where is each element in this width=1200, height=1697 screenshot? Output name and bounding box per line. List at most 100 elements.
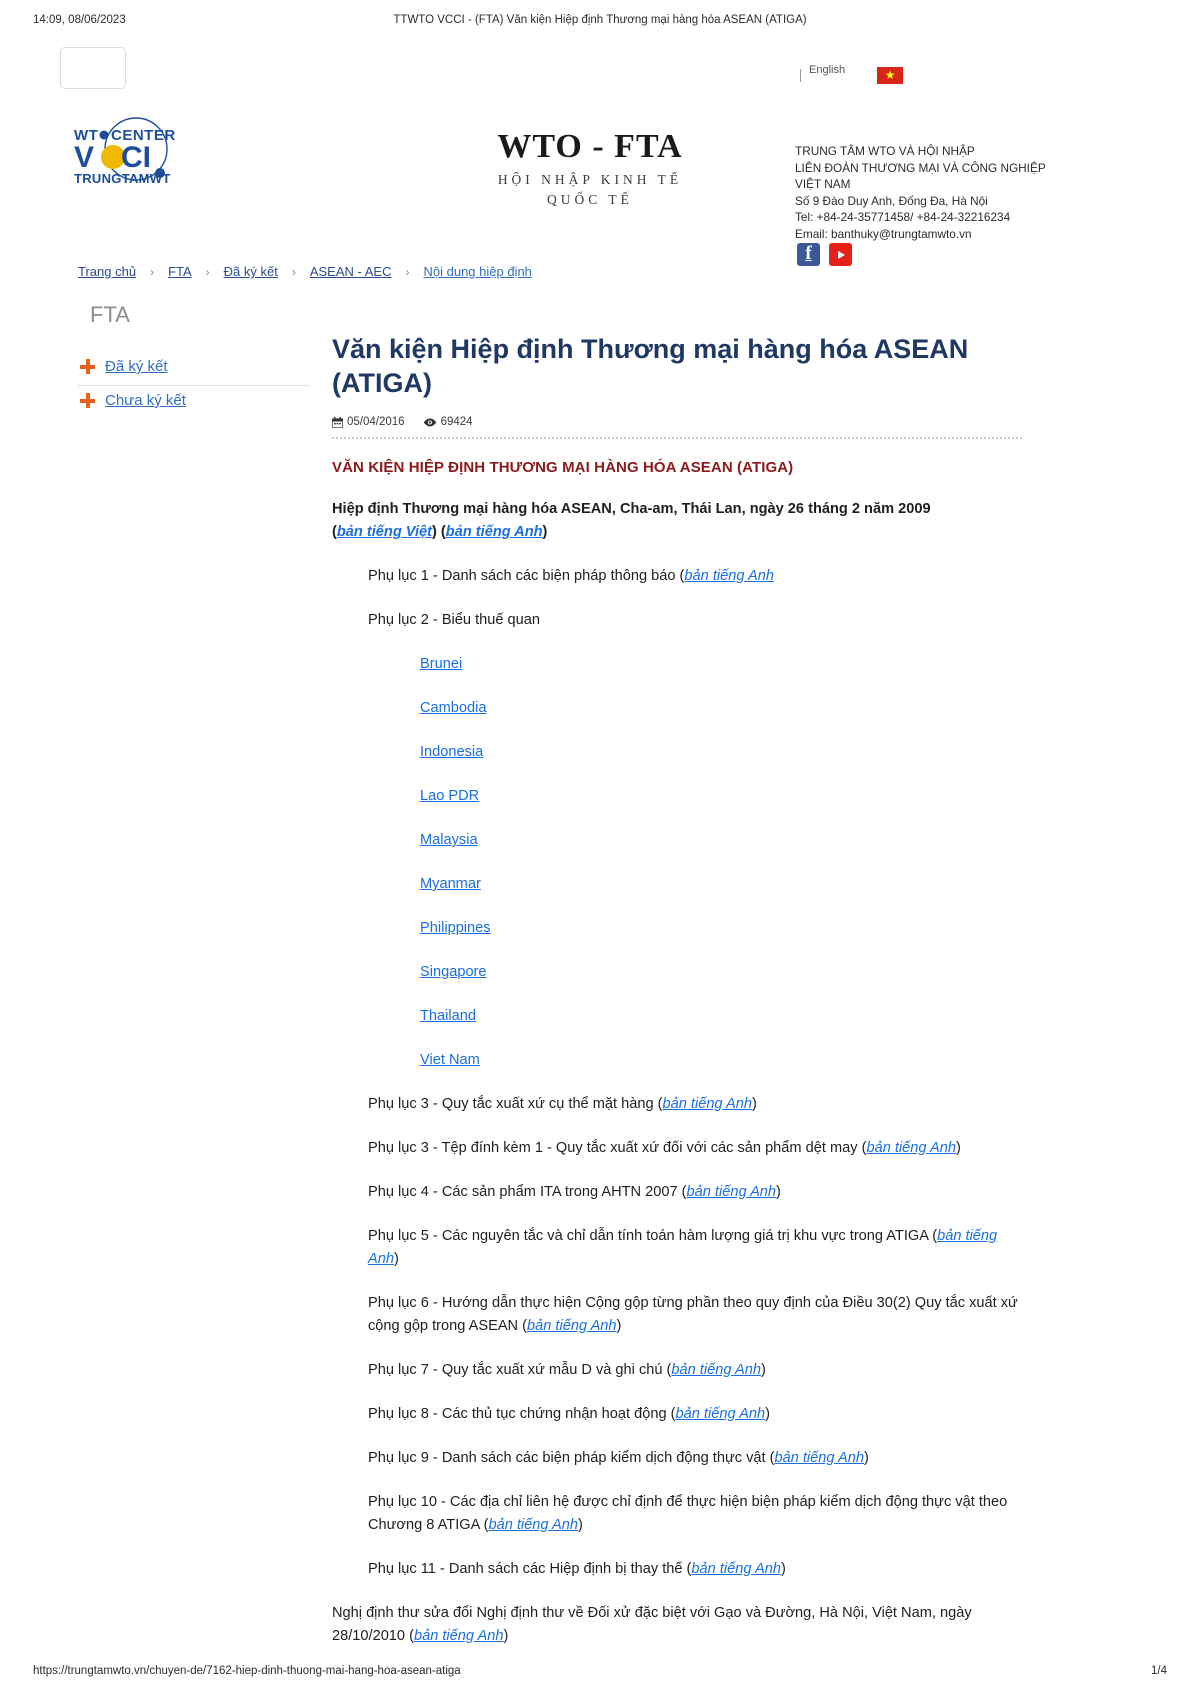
annex-1-paragraph: Phụ lục 1 - Danh sách các biện pháp thôn… bbox=[368, 565, 1022, 588]
view-count: 69424 bbox=[423, 416, 473, 428]
annex-text: Phụ lục 9 - Danh sách các biện pháp kiểm… bbox=[368, 1450, 775, 1466]
link-ban-tieng-anh[interactable]: bản tiếng Anh bbox=[414, 1628, 504, 1644]
link-ban-tieng-anh[interactable]: bản tiếng Anh bbox=[687, 1184, 777, 1200]
breadcrumb-separator: › bbox=[405, 264, 410, 279]
contact-tel: Tel: +84-24-35771458/ +84-24-32216234 bbox=[795, 210, 1011, 224]
annex-paragraph: Phụ lục 9 - Danh sách các biện pháp kiểm… bbox=[368, 1447, 1022, 1470]
sidebar-item-da-ky-ket[interactable]: Đã ký kết bbox=[78, 352, 310, 386]
youtube-icon[interactable] bbox=[829, 243, 852, 266]
eye-icon bbox=[423, 417, 436, 426]
annex-tail: ) bbox=[578, 1517, 583, 1533]
page-title: Văn kiện Hiệp định Thương mại hàng hóa A… bbox=[332, 334, 969, 398]
annex-paragraph: Phụ lục 4 - Các sản phẩm ITA trong AHTN … bbox=[368, 1181, 1022, 1204]
country-item: Indonesia bbox=[420, 741, 1022, 764]
article-content: Văn kiện Hiệp định Thương mại hàng hóa A… bbox=[332, 302, 1022, 1648]
country-link-singapore[interactable]: Singapore bbox=[420, 964, 487, 980]
country-item: Myanmar bbox=[420, 873, 1022, 896]
site-title-block: WTO - FTA HỘI NHẬP KINH TẾ QUỐC TẾ bbox=[400, 128, 780, 208]
facebook-icon[interactable]: f bbox=[797, 243, 820, 266]
link-ban-tieng-anh[interactable]: bản tiếng Anh bbox=[663, 1096, 753, 1112]
print-footer-page: 1/4 bbox=[1151, 1665, 1167, 1677]
annex-1-text: Phụ lục 1 - Danh sách các biện pháp thôn… bbox=[368, 568, 685, 584]
print-footer-url: https://trungtamwto.vn/chuyen-de/7162-hi… bbox=[33, 1665, 461, 1677]
country-item: Lao PDR bbox=[420, 785, 1022, 808]
site-logo[interactable]: WT CENTER V CI TRUNGTAMWT bbox=[64, 115, 184, 187]
breadcrumb-separator: › bbox=[150, 264, 155, 279]
country-link-indonesia[interactable]: Indonesia bbox=[420, 744, 483, 760]
section-heading: VĂN KIỆN HIỆP ĐỊNH THƯƠNG MẠI HÀNG HÓA A… bbox=[332, 459, 794, 476]
language-divider bbox=[800, 68, 801, 82]
sidebar-item-chua-ky-ket[interactable]: Chưa ký kết bbox=[78, 386, 310, 419]
contact-email: Email: banthuky@trungtamwto.vn bbox=[795, 226, 972, 241]
sidebar-item-label[interactable]: Chưa ký kết bbox=[105, 392, 186, 409]
breadcrumb-item-signed[interactable]: Đã ký kết bbox=[224, 264, 278, 279]
breadcrumb-item-home[interactable]: Trang chủ bbox=[78, 264, 136, 279]
contact-address: Số 9 Đào Duy Anh, Đống Đa, Hà Nội bbox=[795, 193, 988, 208]
annex-text: Phụ lục 11 - Danh sách các Hiệp định bị … bbox=[368, 1561, 692, 1577]
annex-tail: ) bbox=[765, 1406, 770, 1422]
annex-text: Phụ lục 4 - Các sản phẩm ITA trong AHTN … bbox=[368, 1184, 687, 1200]
annex-text: Phụ lục 3 - Tệp đính kèm 1 - Quy tắc xuấ… bbox=[368, 1140, 867, 1156]
site-title-main: WTO - FTA bbox=[497, 128, 683, 165]
breadcrumb-separator: › bbox=[205, 264, 210, 279]
language-switcher[interactable]: English ★ bbox=[800, 64, 904, 86]
country-link-viet-nam[interactable]: Viet Nam bbox=[420, 1052, 480, 1068]
link-ban-tieng-viet[interactable]: bản tiếng Việt bbox=[337, 524, 432, 540]
final-paragraph: Nghị định thư sửa đổi Nghị định thư về Đ… bbox=[332, 1602, 1022, 1648]
site-title-sub1: HỘI NHẬP KINH TẾ bbox=[497, 172, 683, 188]
country-link-malaysia[interactable]: Malaysia bbox=[420, 832, 478, 848]
annex-tail: ) bbox=[956, 1140, 961, 1156]
link-ban-tieng-anh[interactable]: bản tiếng Anh bbox=[684, 568, 774, 584]
annex-tail: ) bbox=[616, 1318, 622, 1334]
country-link-philippines[interactable]: Philippines bbox=[420, 920, 491, 936]
annex-paragraph: Phụ lục 5 - Các nguyên tắc và chỉ dẫn tí… bbox=[368, 1225, 1022, 1271]
link-ban-tieng-anh[interactable]: bản tiếng Anh bbox=[691, 1561, 781, 1577]
annex-text: Phụ lục 3 - Quy tắc xuất xứ cụ thể mặt h… bbox=[368, 1096, 663, 1112]
annex-text: Phụ lục 5 - Các nguyên tắc và chỉ dẫn tí… bbox=[368, 1228, 938, 1244]
country-link-thailand[interactable]: Thailand bbox=[420, 1008, 476, 1024]
contact-line-1: TRUNG TÂM WTO VÀ HỘI NHẬP bbox=[795, 144, 975, 158]
link-ban-tieng-anh[interactable]: bản tiếng Anh bbox=[866, 1140, 956, 1156]
contact-block: TRUNG TÂM WTO VÀ HỘI NHẬP LIÊN ĐOÀN THƯƠ… bbox=[795, 143, 1095, 242]
sidebar-item-label[interactable]: Đã ký kết bbox=[105, 358, 168, 375]
breadcrumb-item-agreement-content[interactable]: Nội dung hiệp định bbox=[423, 264, 531, 279]
annex-2-paragraph: Phụ lục 2 - Biểu thuế quan bbox=[368, 612, 541, 628]
svg-text:V: V bbox=[74, 141, 94, 174]
contact-line-2: LIÊN ĐOÀN THƯƠNG MẠI VÀ CÔNG NGHIỆP bbox=[795, 160, 1046, 175]
annex-paragraph: Phụ lục 6 - Hướng dẫn thực hiện Cộng gộp… bbox=[368, 1292, 1022, 1338]
link-ban-tieng-anh[interactable]: bản tiếng Anh bbox=[671, 1362, 761, 1378]
annex-paragraph: Phụ lục 8 - Các thủ tục chứng nhận hoạt … bbox=[368, 1403, 1022, 1426]
country-link-brunei[interactable]: Brunei bbox=[420, 656, 462, 672]
breadcrumb-item-fta[interactable]: FTA bbox=[168, 264, 192, 279]
country-item: Viet Nam bbox=[420, 1049, 1022, 1072]
breadcrumb-item-asean-aec[interactable]: ASEAN - AEC bbox=[310, 264, 392, 279]
country-item: Thailand bbox=[420, 1005, 1022, 1028]
breadcrumb: Trang chủ › FTA › Đã ký kết › ASEAN - AE… bbox=[78, 264, 532, 279]
annex-text: Phụ lục 7 - Quy tắc xuất xứ mẫu D và ghi… bbox=[368, 1362, 672, 1378]
link-ban-tieng-anh[interactable]: bản tiếng Anh bbox=[774, 1450, 864, 1466]
language-label[interactable]: English bbox=[809, 64, 845, 76]
annex-text: Phụ lục 6 - Hướng dẫn thực hiện Cộng gộp… bbox=[368, 1295, 1018, 1334]
link-ban-tieng-anh[interactable]: bản tiếng Anh bbox=[488, 1517, 578, 1533]
country-link-lao-pdr[interactable]: Lao PDR bbox=[420, 788, 479, 804]
annex-tail: ) bbox=[780, 1561, 786, 1577]
svg-text:CI: CI bbox=[121, 141, 151, 174]
intro-paragraph: Hiệp định Thương mại hàng hóa ASEAN, Cha… bbox=[332, 501, 931, 540]
site-title-sub2: QUỐC TẾ bbox=[547, 192, 633, 208]
view-count-label: 69424 bbox=[440, 416, 473, 428]
sidebar: FTA Đã ký kết Chưa ký kết bbox=[78, 302, 310, 419]
link-ban-tieng-anh[interactable]: bản tiếng Anh bbox=[446, 524, 543, 540]
sidebar-title: FTA bbox=[90, 302, 130, 327]
country-link-cambodia[interactable]: Cambodia bbox=[420, 700, 487, 716]
contact-line-3: VIỆT NAM bbox=[795, 177, 851, 191]
link-ban-tieng-anh[interactable]: bản tiếng Anh bbox=[676, 1406, 766, 1422]
link-ban-tieng-anh[interactable]: bản tiếng Anh bbox=[527, 1318, 617, 1334]
flag-star-glyph: ★ bbox=[884, 67, 896, 82]
vietnam-flag-icon[interactable]: ★ bbox=[877, 66, 904, 84]
svg-text:TRUNGTAMWT: TRUNGTAMWT bbox=[74, 171, 171, 186]
plus-icon bbox=[80, 359, 95, 374]
country-item: Brunei bbox=[420, 653, 1022, 676]
annex-paragraph: Phụ lục 11 - Danh sách các Hiệp định bị … bbox=[368, 1558, 1022, 1581]
divider bbox=[332, 437, 1022, 439]
country-link-myanmar[interactable]: Myanmar bbox=[420, 876, 481, 892]
